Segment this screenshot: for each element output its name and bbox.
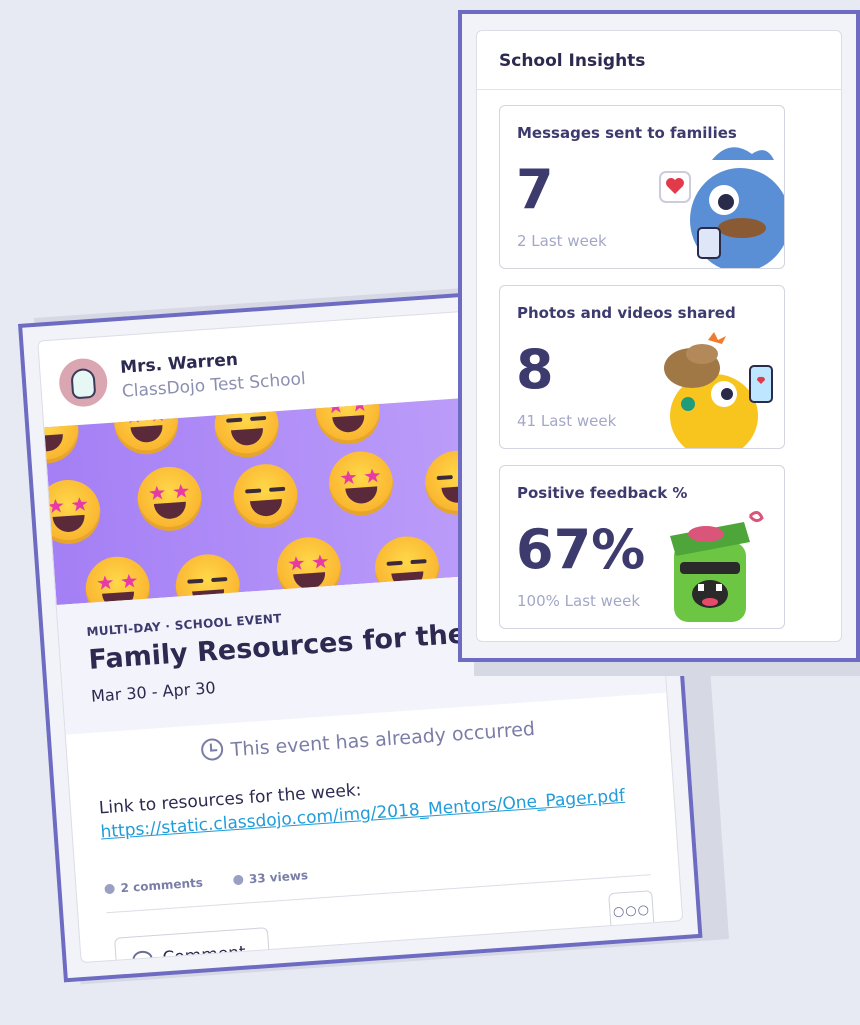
star-eyes-emoji-icon — [44, 477, 103, 547]
metric-label: Messages sent to families — [517, 124, 737, 142]
comments-count-text: 2 comments — [120, 875, 204, 896]
star-eyes-emoji-icon — [83, 554, 152, 605]
more-options-button[interactable]: ○○○ — [608, 890, 655, 936]
yellow-monster-mascot-icon — [664, 332, 773, 448]
metric-card-photos[interactable]: Photos and videos shared 8 41 Last week — [499, 285, 785, 449]
metric-value: 7 — [516, 158, 554, 221]
comment-button[interactable]: Comment — [114, 927, 272, 964]
green-monster-mascot-icon — [670, 511, 764, 622]
post-stats: 2 comments 33 views — [104, 866, 334, 896]
laughing-emoji-icon — [231, 461, 300, 531]
comment-button-label: Comment — [161, 942, 247, 964]
comment-bubble-icon — [104, 883, 115, 895]
comments-count[interactable]: 2 comments — [104, 875, 203, 896]
event-dates: Mar 30 - Apr 30 — [90, 678, 217, 706]
metric-last-week: 2 Last week — [517, 232, 607, 250]
check-circle-icon — [232, 874, 244, 886]
blue-monster-mascot-icon — [659, 147, 784, 268]
metric-label: Photos and videos shared — [517, 304, 736, 322]
metric-last-week: 100% Last week — [517, 592, 641, 610]
views-count[interactable]: 33 views — [232, 868, 308, 887]
metric-value: 67% — [516, 518, 646, 581]
avatar[interactable] — [57, 356, 109, 409]
metric-card-messages[interactable]: Messages sent to families 7 2 Last week — [499, 105, 785, 269]
history-clock-icon — [199, 737, 224, 762]
star-eyes-emoji-icon — [135, 464, 204, 534]
views-count-text: 33 views — [248, 868, 309, 887]
post-body: Link to resources for the week: https://… — [98, 760, 626, 845]
star-eyes-emoji-icon — [326, 449, 396, 518]
speech-bubble-icon — [132, 950, 154, 964]
author-name[interactable]: Mrs. Warren — [120, 350, 239, 378]
school-insights-panel: School Insights Messages sent to familie… — [476, 30, 842, 642]
metric-label: Positive feedback % — [517, 484, 688, 502]
metric-last-week: 41 Last week — [517, 412, 617, 430]
metric-value: 8 — [516, 338, 554, 401]
insights-title: School Insights — [477, 31, 841, 90]
insights-frame: School Insights Messages sent to familie… — [458, 10, 860, 662]
event-occurred-text: This event has already occurred — [230, 717, 536, 762]
metric-card-positive-feedback[interactable]: Positive feedback % 67% 100% Last week — [499, 465, 785, 629]
